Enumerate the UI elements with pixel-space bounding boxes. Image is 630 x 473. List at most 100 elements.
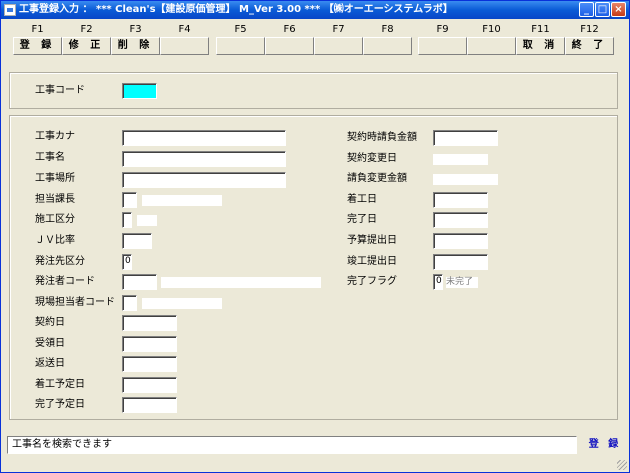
fkey-f11: F11 取 消 bbox=[516, 23, 565, 56]
app-icon bbox=[4, 4, 16, 16]
f5-button[interactable] bbox=[216, 37, 265, 55]
site-manager-name-display bbox=[142, 298, 222, 309]
fkey-number: F11 bbox=[531, 24, 550, 35]
construction-kana-input[interactable] bbox=[122, 130, 286, 146]
send-back-date-label: 返送日 bbox=[35, 358, 65, 369]
fkey-f3: F3 削 除 bbox=[111, 23, 160, 56]
orderer-code-label: 発注者コード bbox=[35, 276, 95, 287]
construction-kana-label: 工事カナ bbox=[35, 131, 75, 142]
status-message: 工事名を検索できます bbox=[7, 436, 577, 454]
app-window: 工事登録入力 ： *** Clean's【建設原価管理】 M_Ver 3.00 … bbox=[0, 0, 630, 473]
section-manager-name-display bbox=[142, 195, 222, 206]
resize-grip[interactable] bbox=[617, 460, 627, 470]
budget-submit-date-label: 予算提出日 bbox=[347, 235, 397, 246]
fkey-number: F5 bbox=[234, 24, 247, 35]
construction-code-input[interactable] bbox=[122, 83, 157, 99]
construction-type-input[interactable] bbox=[122, 212, 132, 228]
finish-flag-label: 完了フラグ bbox=[347, 276, 397, 287]
receive-date-label: 受領日 bbox=[35, 338, 65, 349]
order-type-label: 発注先区分 bbox=[35, 256, 85, 267]
orderer-name-display bbox=[161, 277, 321, 288]
start-plan-date-input[interactable] bbox=[122, 377, 177, 393]
construction-name-label: 工事名 bbox=[35, 152, 65, 163]
fkey-f8: F8 bbox=[363, 23, 412, 56]
fkey-number: F6 bbox=[283, 24, 296, 35]
contract-amount-input[interactable] bbox=[433, 130, 498, 146]
orderer-code-input[interactable] bbox=[122, 274, 157, 290]
fkey-f12: F12 終 了 bbox=[565, 23, 614, 56]
completion-submit-date-input[interactable] bbox=[433, 254, 488, 270]
f4-button[interactable] bbox=[160, 37, 209, 55]
finish-plan-date-label: 完了予定日 bbox=[35, 399, 85, 410]
f10-button[interactable] bbox=[467, 37, 516, 55]
fkey-f5: F5 bbox=[216, 23, 265, 56]
contract-change-date-label: 契約変更日 bbox=[347, 153, 397, 164]
finish-flag-value: 0 bbox=[436, 276, 442, 286]
detail-panel: 工事カナ 工事名 工事場所 担当課長 施工区分 ＪＶ比率 発注先区分 0 発注者… bbox=[9, 115, 618, 420]
window-title: 工事登録入力 ： *** Clean's【建設原価管理】 M_Ver 3.00 … bbox=[19, 4, 453, 15]
code-panel: 工事コード bbox=[9, 72, 618, 109]
minimize-button[interactable]: _ bbox=[579, 2, 594, 17]
modify-button[interactable]: 修 正 bbox=[62, 37, 111, 55]
construction-code-label: 工事コード bbox=[35, 85, 85, 96]
construction-type-name-display bbox=[137, 215, 157, 226]
close-button[interactable]: × bbox=[611, 2, 626, 17]
f9-button[interactable] bbox=[418, 37, 467, 55]
f8-button[interactable] bbox=[363, 37, 412, 55]
title-bar[interactable]: 工事登録入力 ： *** Clean's【建設原価管理】 M_Ver 3.00 … bbox=[1, 1, 629, 19]
register-button[interactable]: 登 録 bbox=[13, 37, 62, 55]
status-bar: 工事名を検索できます 登 録 bbox=[7, 436, 624, 454]
finish-date-input[interactable] bbox=[433, 212, 488, 228]
contract-amount-label: 契約時請負金額 bbox=[347, 132, 417, 143]
fkey-f1: F1 登 録 bbox=[13, 23, 62, 56]
function-key-bar: F1 登 録 F2 修 正 F3 削 除 F4 F5 F6 F7 F8 F9 F… bbox=[13, 23, 617, 56]
fkey-number: F12 bbox=[580, 24, 599, 35]
changed-amount-display bbox=[433, 174, 498, 185]
finish-flag-text: 未完了 bbox=[446, 277, 478, 288]
fkey-number: F1 bbox=[31, 24, 44, 35]
contract-change-date-display bbox=[433, 154, 488, 165]
finish-plan-date-input[interactable] bbox=[122, 397, 177, 413]
maximize-button[interactable]: □ bbox=[595, 2, 610, 17]
fkey-f6: F6 bbox=[265, 23, 314, 56]
finish-date-label: 完了日 bbox=[347, 214, 377, 225]
order-type-value: 0 bbox=[125, 256, 131, 266]
construction-place-input[interactable] bbox=[122, 172, 286, 188]
jv-ratio-input[interactable] bbox=[122, 233, 152, 249]
fkey-number: F8 bbox=[381, 24, 394, 35]
f7-button[interactable] bbox=[314, 37, 363, 55]
section-manager-input[interactable] bbox=[122, 192, 137, 208]
order-type-input[interactable]: 0 bbox=[122, 254, 132, 270]
start-date-label: 着工日 bbox=[347, 194, 377, 205]
finish-flag-input[interactable]: 0 bbox=[433, 274, 443, 290]
fkey-f7: F7 bbox=[314, 23, 363, 56]
delete-button[interactable]: 削 除 bbox=[111, 37, 160, 55]
fkey-f2: F2 修 正 bbox=[62, 23, 111, 56]
construction-name-input[interactable] bbox=[122, 151, 286, 167]
send-back-date-input[interactable] bbox=[122, 356, 177, 372]
mode-indicator: 登 録 bbox=[588, 439, 622, 450]
site-manager-code-input[interactable] bbox=[122, 295, 137, 311]
changed-amount-label: 請負変更金額 bbox=[347, 173, 407, 184]
construction-type-label: 施工区分 bbox=[35, 214, 75, 225]
start-plan-date-label: 着工予定日 bbox=[35, 379, 85, 390]
fkey-f4: F4 bbox=[160, 23, 209, 56]
fkey-f10: F10 bbox=[467, 23, 516, 56]
budget-submit-date-input[interactable] bbox=[433, 233, 488, 249]
fkey-number: F2 bbox=[80, 24, 93, 35]
fkey-number: F9 bbox=[436, 24, 449, 35]
jv-ratio-label: ＪＶ比率 bbox=[35, 235, 75, 246]
completion-submit-date-label: 竣工提出日 bbox=[347, 256, 397, 267]
cancel-button[interactable]: 取 消 bbox=[516, 37, 565, 55]
contract-date-input[interactable] bbox=[122, 315, 177, 331]
start-date-input[interactable] bbox=[433, 192, 488, 208]
fkey-number: F7 bbox=[332, 24, 345, 35]
site-manager-code-label: 現場担当者コード bbox=[35, 297, 115, 308]
receive-date-input[interactable] bbox=[122, 336, 177, 352]
exit-button[interactable]: 終 了 bbox=[565, 37, 614, 55]
fkey-f9: F9 bbox=[418, 23, 467, 56]
section-manager-label: 担当課長 bbox=[35, 194, 75, 205]
fkey-number: F10 bbox=[482, 24, 501, 35]
f6-button[interactable] bbox=[265, 37, 314, 55]
construction-place-label: 工事場所 bbox=[35, 173, 75, 184]
